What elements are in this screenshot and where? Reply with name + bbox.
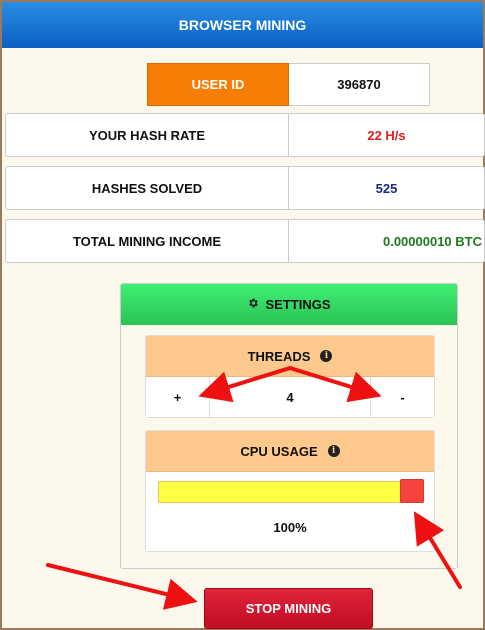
hashes-solved-row: HASHES SOLVED 525	[5, 166, 485, 210]
hashes-solved-value: 525	[375, 180, 398, 196]
threads-increase-button[interactable]: +	[146, 377, 210, 417]
gear-icon	[247, 297, 259, 312]
threads-stepper: + 4 -	[146, 377, 434, 417]
user-id-value: 396870	[289, 63, 430, 106]
settings-title: SETTINGS	[265, 297, 331, 312]
cpu-usage-value: 100%	[146, 518, 434, 551]
hash-rate-row: YOUR HASH RATE 22 H/s	[5, 113, 485, 157]
threads-box: THREADS i + 4 -	[145, 335, 435, 418]
cpu-usage-box: CPU USAGE i 100%	[145, 430, 435, 552]
threads-label: THREADS	[247, 348, 311, 364]
total-income-row: TOTAL MINING INCOME 0.00000010 BTC	[5, 219, 485, 263]
info-icon[interactable]: i	[320, 350, 333, 362]
cpu-usage-label: CPU USAGE	[240, 443, 318, 459]
total-income-label: TOTAL MINING INCOME	[6, 220, 289, 262]
cpu-usage-header: CPU USAGE i	[146, 431, 434, 472]
hash-rate-value: 22 H/s	[367, 127, 406, 143]
threads-header: THREADS i	[146, 336, 434, 377]
info-icon[interactable]: i	[327, 445, 340, 457]
cpu-usage-track[interactable]	[158, 481, 423, 503]
stop-mining-button[interactable]: STOP MINING	[204, 588, 373, 629]
settings-header: SETTINGS	[121, 284, 457, 325]
page-title: BROWSER MINING	[178, 17, 307, 33]
cpu-usage-slider[interactable]	[146, 472, 434, 518]
hash-rate-label: YOUR HASH RATE	[6, 114, 289, 156]
settings-panel: SETTINGS THREADS i + 4 - CPU USAGE i 100…	[120, 283, 458, 569]
hashes-solved-label: HASHES SOLVED	[6, 167, 289, 209]
cpu-usage-handle[interactable]	[400, 479, 424, 503]
threads-value: 4	[286, 389, 294, 405]
total-income-value: 0.00000010 BTC	[382, 233, 482, 249]
user-id-label: USER ID	[147, 63, 289, 106]
arrow-to-stop-button	[46, 563, 198, 610]
app-header: BROWSER MINING	[2, 2, 483, 48]
threads-decrease-button[interactable]: -	[370, 377, 434, 417]
user-id-box: USER ID 396870	[147, 63, 430, 106]
